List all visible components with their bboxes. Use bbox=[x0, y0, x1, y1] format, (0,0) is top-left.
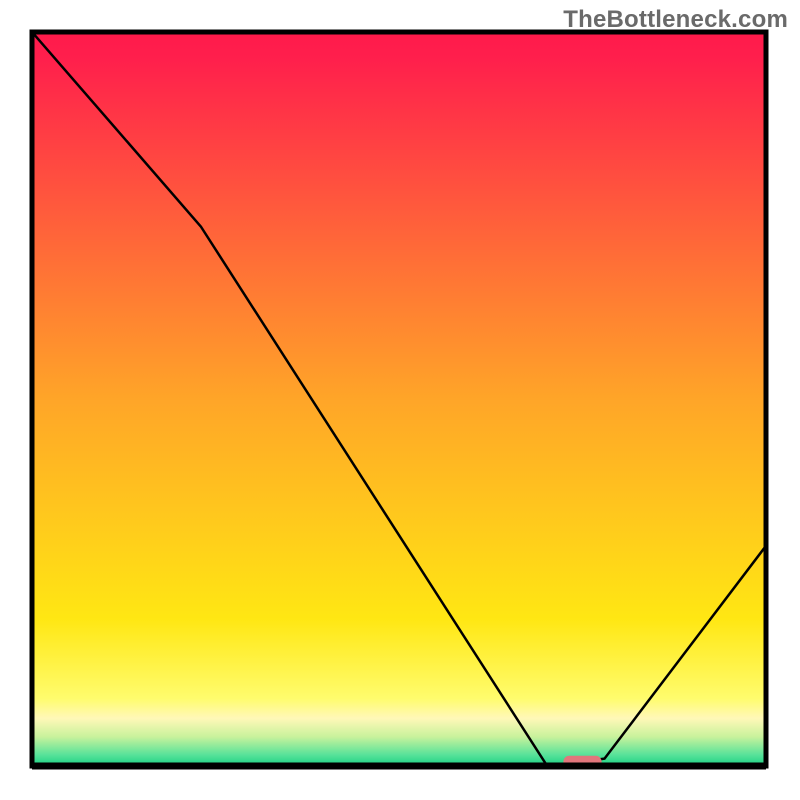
chart-canvas: TheBottleneck.com bbox=[0, 0, 800, 800]
plot-background bbox=[32, 32, 766, 766]
bottleneck-chart bbox=[0, 0, 800, 800]
watermark-text: TheBottleneck.com bbox=[563, 6, 788, 34]
